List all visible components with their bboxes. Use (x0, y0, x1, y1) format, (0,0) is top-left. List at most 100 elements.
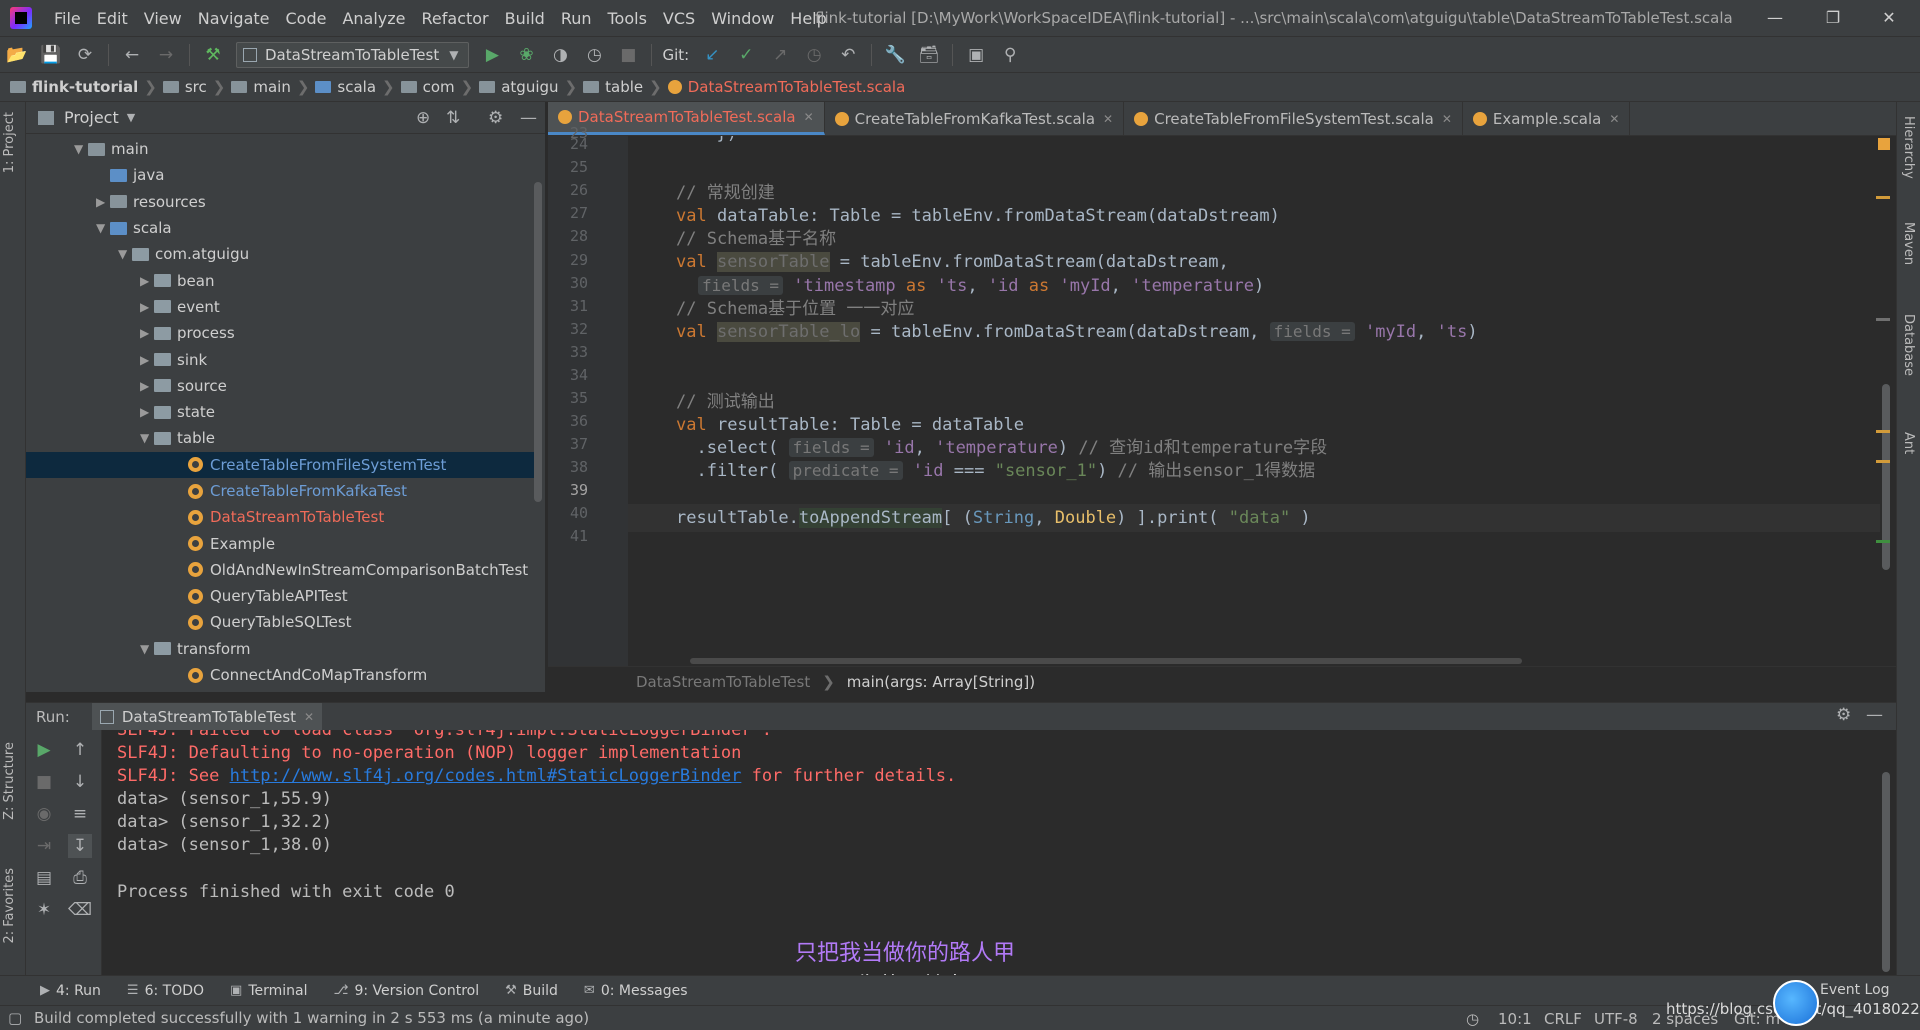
gear-icon[interactable]: ⚙ (1836, 705, 1851, 725)
coverage-icon[interactable]: ◑ (546, 41, 574, 69)
tree-item[interactable]: ▼ main (26, 136, 534, 162)
scroll-to-end-icon[interactable]: ↧ (68, 834, 92, 858)
git-rollback-icon[interactable]: ↶ (834, 41, 862, 69)
scroll-down-arrow-icon[interactable]: ↓ (68, 770, 92, 794)
close-tab-icon[interactable]: ✕ (1609, 112, 1619, 126)
event-log-button[interactable]: Event Log (1820, 982, 1890, 998)
error-stripe-mark[interactable] (1876, 430, 1890, 433)
error-stripe-mark[interactable] (1876, 318, 1890, 321)
pin-icon[interactable]: ✶ (32, 898, 56, 922)
expanded-arrow-icon[interactable]: ▼ (140, 431, 154, 445)
expanded-arrow-icon[interactable]: ▼ (96, 221, 110, 235)
close-tab-icon[interactable]: ✕ (804, 110, 814, 124)
file-encoding[interactable]: UTF-8 (1594, 1010, 1638, 1028)
close-tab-icon[interactable]: ✕ (1103, 112, 1113, 126)
warning-marker-icon[interactable] (1878, 138, 1890, 150)
camera-icon[interactable]: ◉ (32, 802, 56, 826)
gear-icon[interactable]: ⚙ (488, 108, 503, 128)
tool-window-build[interactable]: ⚒ Build (505, 983, 558, 999)
collapsed-arrow-icon[interactable]: ▶ (140, 405, 154, 419)
chevron-down-icon[interactable]: ▼ (127, 111, 135, 124)
open-folder-icon[interactable]: 📂 (3, 41, 31, 69)
git-push-icon[interactable]: ↗ (766, 41, 794, 69)
minimize-icon[interactable]: — (1752, 4, 1798, 32)
error-stripe-mark[interactable] (1876, 540, 1890, 543)
project-panel-title[interactable]: Project (64, 108, 119, 127)
lock-icon[interactable]: ◷ (1466, 1010, 1479, 1028)
error-stripe-mark[interactable] (1876, 460, 1890, 463)
tab-hierarchy[interactable]: Hierarchy (1901, 116, 1916, 179)
tree-item[interactable]: Example (26, 530, 534, 556)
scroll-up-arrow-icon[interactable]: ↑ (68, 738, 92, 762)
run-configuration-select[interactable]: DataStreamToTableTest ▼ (236, 41, 470, 68)
close-tab-icon[interactable]: ✕ (1442, 112, 1452, 126)
run-icon[interactable]: ▶ (478, 41, 506, 69)
tab-database[interactable]: Database (1901, 314, 1916, 376)
expanded-arrow-icon[interactable]: ▼ (74, 142, 88, 156)
tool-window-messages[interactable]: ✉ 0: Messages (584, 983, 688, 999)
menu-tools[interactable]: Tools (600, 9, 655, 28)
menu-code[interactable]: Code (278, 9, 335, 28)
console-scrollbar[interactable] (1882, 772, 1890, 972)
breadcrumb-item[interactable]: DataStreamToTableTest.scala (667, 78, 905, 96)
menu-window[interactable]: Window (703, 9, 782, 28)
code-editor[interactable]: }) // 常规创建 val dataTable: Table = tableE… (628, 136, 1880, 666)
tree-item[interactable]: CreateTableFromKafkaTest (26, 478, 534, 504)
locate-target-icon[interactable]: ⊕ (416, 108, 430, 128)
expanded-arrow-icon[interactable]: ▼ (118, 247, 132, 261)
breadcrumb-item[interactable]: atguigu (479, 78, 559, 96)
menu-vcs[interactable]: VCS (655, 9, 703, 28)
tab-project[interactable]: 1: Project (2, 112, 17, 173)
error-stripe-mark[interactable] (1876, 196, 1890, 199)
breadcrumb-item[interactable]: main (231, 78, 291, 96)
tree-item[interactable]: ▶ state (26, 399, 534, 425)
soft-wrap-icon[interactable]: ≡ (68, 802, 92, 826)
collapsed-arrow-icon[interactable]: ▶ (140, 274, 154, 288)
back-arrow-icon[interactable]: ← (118, 41, 146, 69)
menu-build[interactable]: Build (497, 9, 553, 28)
forward-arrow-icon[interactable]: → (152, 41, 180, 69)
project-structure-icon[interactable]: 🗃 (915, 41, 943, 69)
tree-item[interactable]: OldAndNewInStreamComparisonBatchTest (26, 557, 534, 583)
menu-file[interactable]: File (46, 9, 89, 28)
sync-icon[interactable]: ⟳ (71, 41, 99, 69)
restore-icon[interactable]: ❐ (1810, 4, 1856, 32)
breadcrumb-item[interactable]: src (162, 78, 207, 96)
rerun-icon[interactable]: ▶ (32, 738, 56, 762)
collapse-all-icon[interactable]: ⇅ (446, 108, 460, 128)
menu-edit[interactable]: Edit (89, 9, 136, 28)
tab-createtablefromkafkatest[interactable]: CreateTableFromKafkaTest.scala ✕ (825, 102, 1125, 135)
editor-breadcrumb-item[interactable]: DataStreamToTableTest (636, 673, 810, 691)
stop-icon[interactable]: ■ (614, 41, 642, 69)
menu-run[interactable]: Run (553, 9, 600, 28)
tree-item[interactable]: ▶ event (26, 294, 534, 320)
build-hammer-icon[interactable]: ⚒ (199, 41, 227, 69)
save-all-icon[interactable]: 💾 (37, 41, 65, 69)
trash-icon[interactable]: ⌫ (68, 898, 92, 922)
status-message[interactable]: Build completed successfully with 1 warn… (34, 1009, 589, 1027)
search-icon[interactable]: ⚲ (996, 41, 1024, 69)
collapsed-arrow-icon[interactable]: ▶ (140, 326, 154, 340)
tab-ant[interactable]: Ant (1901, 432, 1916, 454)
tree-item[interactable]: ▼ transform (26, 636, 534, 662)
print-icon[interactable]: ⎙ (68, 866, 92, 890)
breadcrumb-item[interactable]: flink-tutorial (10, 78, 138, 96)
tree-item[interactable]: DataStreamToTableTest (26, 504, 534, 530)
git-update-icon[interactable]: ↙ (698, 41, 726, 69)
tree-scrollbar[interactable] (534, 182, 542, 502)
tab-example[interactable]: Example.scala ✕ (1463, 102, 1631, 135)
hide-panel-icon[interactable]: — (520, 108, 537, 128)
close-tab-icon[interactable]: ✕ (304, 710, 314, 724)
tree-item[interactable]: ▶ resources (26, 189, 534, 215)
presentation-icon[interactable]: ▣ (962, 41, 990, 69)
collapsed-arrow-icon[interactable]: ▶ (96, 195, 110, 209)
tool-window-terminal[interactable]: ▣ Terminal (230, 983, 307, 999)
profile-icon[interactable]: ◷ (580, 41, 608, 69)
console-link[interactable]: http://www.slf4j.org/codes.html#StaticLo… (230, 766, 742, 786)
menu-analyze[interactable]: Analyze (334, 9, 413, 28)
hide-panel-icon[interactable]: — (1866, 705, 1883, 725)
layout-icon[interactable]: ▤ (32, 866, 56, 890)
tool-window-version-control[interactable]: ⎇ 9: Version Control (334, 983, 480, 999)
collapsed-arrow-icon[interactable]: ▶ (140, 353, 154, 367)
breadcrumb-item[interactable]: scala (315, 78, 376, 96)
